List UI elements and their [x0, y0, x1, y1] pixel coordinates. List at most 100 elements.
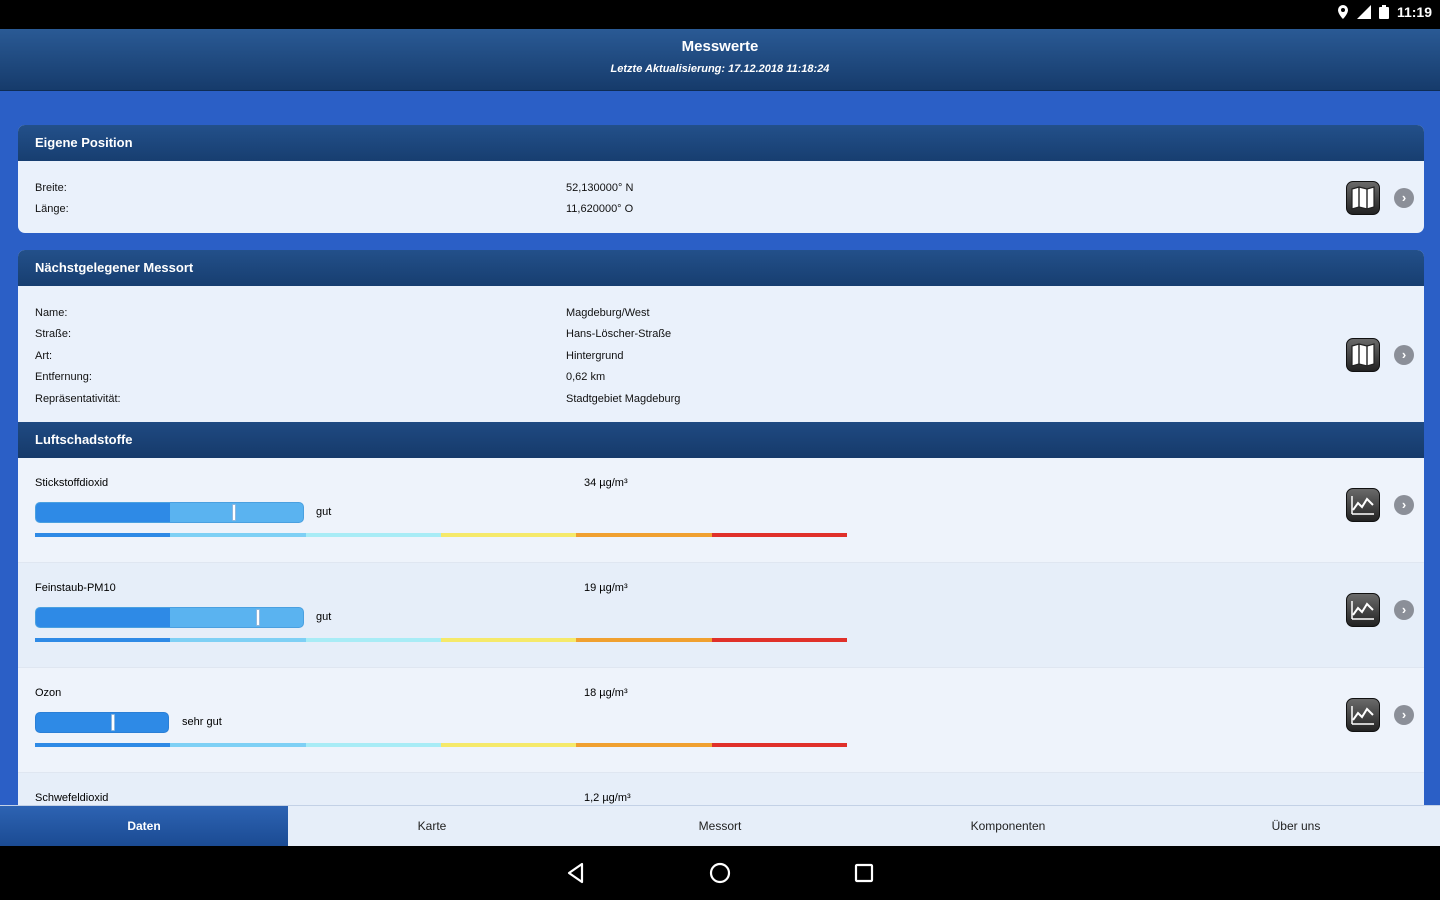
pollutant-rating: sehr gut: [182, 716, 222, 728]
tab-daten[interactable]: Daten: [0, 806, 288, 846]
level-bar-fill: [36, 503, 170, 522]
scale-segment: [576, 533, 712, 537]
level-marker: [232, 504, 236, 521]
rating-scale: [35, 638, 847, 642]
line-chart-icon: [1351, 496, 1374, 515]
home-circle-icon: [709, 862, 731, 884]
tab-komponenten[interactable]: Komponenten: [864, 806, 1152, 846]
signal-icon: [1356, 5, 1371, 19]
pollutant-name: Feinstaub-PM10: [35, 582, 116, 594]
scale-segment: [170, 743, 306, 747]
chevron-right-icon[interactable]: ›: [1394, 345, 1414, 365]
level-bar-fill: [36, 608, 170, 627]
content-area[interactable]: Eigene Position Breite: 52,130000° N Län…: [18, 125, 1424, 805]
tab-karte[interactable]: Karte: [288, 806, 576, 846]
latitude-label: Breite:: [35, 181, 67, 194]
nearest-station-actions: ›: [1346, 338, 1414, 372]
station-representativity-label: Repräsentativität:: [35, 392, 121, 405]
nearest-station-details: Name: Magdeburg/West Straße: Hans-Lösche…: [18, 286, 1424, 410]
pollutants-card: Luftschadstoffe Stickstoffdioxid 34 µg/m…: [18, 422, 1424, 805]
back-button[interactable]: [559, 856, 593, 890]
scale-segment: [305, 638, 441, 642]
pollutant-actions: ›: [1346, 488, 1414, 522]
chart-button[interactable]: [1346, 488, 1380, 522]
station-type-label: Art:: [35, 349, 53, 362]
pollutant-value: 34 µg/m³: [584, 477, 628, 489]
scale-segment: [576, 638, 712, 642]
station-representativity-value: Stadtgebiet Magdeburg: [566, 392, 681, 405]
recents-button[interactable]: [847, 856, 881, 890]
pollutant-name: Stickstoffdioxid: [35, 477, 109, 489]
level-marker: [256, 609, 260, 626]
station-street-row: Straße: Hans-Löscher-Straße: [18, 324, 1424, 346]
nearest-station-card: Nächstgelegener Messort Name: Magdeburg/…: [18, 250, 1424, 422]
status-bar: 11:19: [0, 0, 1440, 29]
scale-segment: [35, 533, 171, 537]
own-position-title: Eigene Position: [18, 125, 1424, 161]
pollutant-value: 19 µg/m³: [584, 582, 628, 594]
latitude-row: Breite: 52,130000° N: [18, 177, 1424, 199]
pollutant-list: Stickstoffdioxid 34 µg/m³ gut › Feinstau…: [18, 458, 1424, 805]
station-type-row: Art: Hintergrund: [18, 345, 1424, 367]
pollutant-value: 1,2 µg/m³: [584, 792, 631, 804]
station-street-value: Hans-Löscher-Straße: [566, 328, 672, 341]
scale-segment: [576, 743, 712, 747]
pollutant-row[interactable]: Stickstoffdioxid 34 µg/m³ gut ›: [18, 458, 1424, 563]
pollutant-name: Schwefeldioxid: [35, 792, 109, 804]
pollutant-row[interactable]: Feinstaub-PM10 19 µg/m³ gut ›: [18, 563, 1424, 668]
pollutant-rating: gut: [316, 611, 332, 623]
pollutant-row[interactable]: Ozon 18 µg/m³ sehr gut ›: [18, 668, 1424, 773]
scale-segment: [170, 638, 306, 642]
app-header: Messwerte Letzte Aktualisierung: 17.12.2…: [0, 29, 1440, 91]
scale-segment: [35, 638, 171, 642]
chart-button[interactable]: [1346, 593, 1380, 627]
map-icon: [1351, 186, 1375, 210]
scale-segment: [711, 638, 847, 642]
scale-segment: [305, 533, 441, 537]
chevron-right-icon[interactable]: ›: [1394, 600, 1414, 620]
rating-scale: [35, 533, 847, 537]
station-name-label: Name:: [35, 306, 68, 319]
longitude-row: Länge: 11,620000° O: [18, 199, 1424, 221]
station-map-button[interactable]: [1346, 338, 1380, 372]
clock: 11:19: [1396, 4, 1432, 20]
station-street-label: Straße:: [35, 328, 72, 341]
map-button[interactable]: [1346, 181, 1380, 215]
pollutant-name: Ozon: [35, 687, 62, 699]
station-distance-row: Entfernung: 0,62 km: [18, 367, 1424, 389]
station-distance-value: 0,62 km: [566, 371, 606, 384]
station-name-value: Magdeburg/West: [566, 306, 650, 319]
own-position-card: Eigene Position Breite: 52,130000° N Län…: [18, 125, 1424, 233]
pollutant-actions: ›: [1346, 698, 1414, 732]
scale-segment: [440, 638, 577, 642]
home-button[interactable]: [703, 856, 737, 890]
line-chart-icon: [1351, 601, 1374, 620]
map-icon: [1351, 343, 1375, 367]
chevron-right-icon[interactable]: ›: [1394, 705, 1414, 725]
back-triangle-icon: [567, 862, 584, 884]
longitude-value: 11,620000° O: [566, 203, 634, 216]
page-title: Messwerte: [681, 38, 759, 55]
pollutant-level-bar: [35, 607, 304, 628]
tab-messort[interactable]: Messort: [576, 806, 864, 846]
pollutant-row[interactable]: Schwefeldioxid 1,2 µg/m³: [18, 773, 1424, 805]
scale-segment: [711, 533, 847, 537]
scale-segment: [35, 743, 171, 747]
chevron-right-icon[interactable]: ›: [1394, 495, 1414, 515]
scale-segment: [440, 533, 577, 537]
chevron-right-icon[interactable]: ›: [1394, 188, 1414, 208]
pollutant-rating: gut: [316, 506, 332, 518]
last-update: Letzte Aktualisierung: 17.12.2018 11:18:…: [610, 63, 830, 75]
station-distance-label: Entfernung:: [35, 371, 92, 384]
rating-scale: [35, 743, 847, 747]
chart-button[interactable]: [1346, 698, 1380, 732]
pollutant-value: 18 µg/m³: [584, 687, 628, 699]
recents-square-icon: [854, 863, 874, 883]
station-name-row: Name: Magdeburg/West: [18, 302, 1424, 324]
scale-segment: [711, 743, 847, 747]
system-navigation-bar: [0, 846, 1440, 900]
own-position-actions: ›: [1346, 181, 1414, 215]
pollutant-level-bar: [35, 502, 304, 523]
scale-segment: [440, 743, 577, 747]
tab-ueber-uns[interactable]: Über uns: [1152, 806, 1440, 846]
